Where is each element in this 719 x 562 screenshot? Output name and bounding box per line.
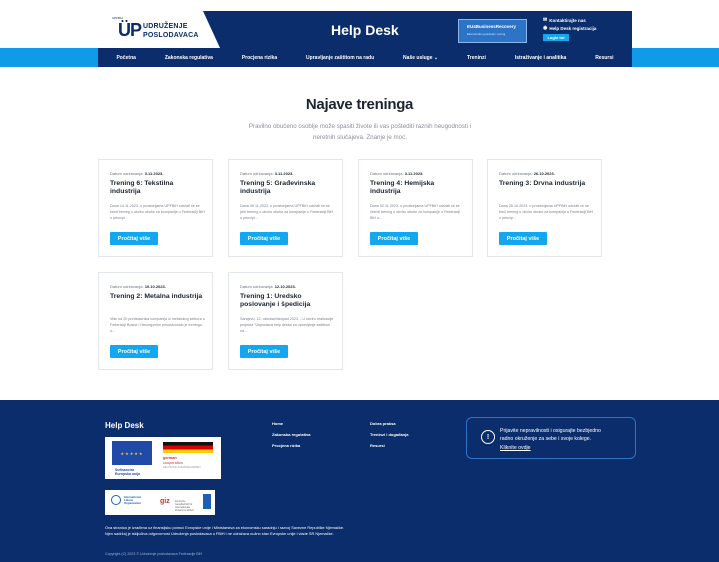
register-label: Help Desk registracija xyxy=(549,25,597,31)
footer-links-col-2: Dobra praksa Treninzi i događanja Resurs… xyxy=(370,421,408,454)
warning-icon: ! xyxy=(481,430,495,444)
training-card: Datum održavanja: 26.10.2023. Trening 3:… xyxy=(487,159,602,257)
partner-logos-2: International Labour Organization giz De… xyxy=(105,490,215,515)
training-card: Datum održavanja: 3.11.2023. Trening 5: … xyxy=(228,159,343,257)
report-line-1: Prijavite nepravilnosti i osigurajte bez… xyxy=(500,428,601,434)
training-card: Datum održavanja: 19.10.2023. Trening 2:… xyxy=(98,272,213,370)
page: UPFBiH ÜP UDRUŽENJE POSLODAVACA Help Des… xyxy=(0,0,719,562)
card-title: Trening 1: Uredsko poslovanje i špedicij… xyxy=(240,293,311,308)
card-title: Trening 5: Građevinska industrija xyxy=(240,180,316,195)
giz-logo: giz xyxy=(160,498,170,505)
card-date: Datum održavanja: 12.10.2023. xyxy=(240,284,296,289)
register-link[interactable]: ◉ Help Desk registracija xyxy=(543,25,596,31)
card-excerpt: Više od 20 predstavnika kompanija iz met… xyxy=(110,317,205,333)
banner-subtitle: Ekonomski oporavak i razvoj xyxy=(467,32,506,36)
page-title: Najave treninga xyxy=(305,96,414,113)
report-box: ! Prijavite nepravilnosti i osigurajte b… xyxy=(466,417,636,459)
eu-flag-logo: ★★★★★ xyxy=(112,441,152,465)
banner-title: EU4BusinessRecovery xyxy=(467,24,517,29)
logo[interactable]: UPFBiH ÜP UDRUŽENJE POSLODAVACA xyxy=(98,11,220,48)
eu-stars-icon: ★★★★★ xyxy=(120,450,144,456)
footer-link-home[interactable]: Home xyxy=(272,421,310,426)
undp-logo xyxy=(203,494,211,509)
card-excerpt: Dana 26.10.2023. u prostorijama UPFBiH o… xyxy=(499,204,594,220)
site-title: Help Desk xyxy=(331,22,399,38)
footer-link-dobra-praksa[interactable]: Dobra praksa xyxy=(370,421,408,426)
footer-link-zakonska[interactable]: Zakonska regulativa xyxy=(272,432,310,437)
german-line-3: DEUTSCHE ZUSAMMENARBEIT xyxy=(163,466,201,469)
read-more-button[interactable]: Pročitaj više xyxy=(370,232,418,245)
logo-line-1: UDRUŽENJE xyxy=(143,23,188,30)
copyright: Copyright (C) 2023 © Udruženje poslodava… xyxy=(105,552,203,556)
mail-icon: ✉ xyxy=(543,17,548,23)
footer-link-treninzi[interactable]: Treninzi i događanja xyxy=(370,432,408,437)
card-title: Trening 6: Tekstilna industrija xyxy=(110,180,174,195)
logo-mark: ÜP xyxy=(118,20,142,40)
read-more-button[interactable]: Pročitaj više xyxy=(499,232,547,245)
footer-disclaimer: Ova stranica je izrađena uz finansijsku … xyxy=(105,525,345,536)
login-button[interactable]: Login tut xyxy=(543,34,569,41)
report-line-2: radno okruženje za sebe i svoje kolege. xyxy=(500,436,592,442)
training-card: Datum održavanja: 3.11.2023. Trening 4: … xyxy=(358,159,473,257)
partner-logos-1: ★★★★★ Sufinancira Europska unija german … xyxy=(105,437,221,479)
card-title: Trening 4: Hemijska industrija xyxy=(370,180,435,195)
nav-item-istrazivanje[interactable]: Istraživanje i analitika xyxy=(515,55,566,61)
card-excerpt: Dana 02.11.2023. u prostorijama UPFBiH o… xyxy=(370,204,460,220)
contact-label: Kontaktirajte nas xyxy=(549,17,586,23)
card-excerpt: Sarajevo, 12. oktobar/listopad 2023. - U… xyxy=(240,317,334,333)
footer-title: Help Desk xyxy=(105,421,144,430)
card-date: Datum održavanja: 3.11.2023. xyxy=(240,171,294,176)
user-icon: ◉ xyxy=(543,25,548,31)
footer-links-col-1: Home Zakonska regulativa Procjena rizika xyxy=(272,421,310,454)
nav-item-pocetna[interactable]: Početna xyxy=(116,55,135,61)
ilo-text: International Labour Organization xyxy=(124,495,142,506)
card-excerpt: Dana 14.11.2023. u prostorijama UPFBiH o… xyxy=(110,204,205,220)
german-flag-logo xyxy=(163,442,213,453)
footer: Help Desk ★★★★★ Sufinancira Europska uni… xyxy=(0,400,719,562)
card-date: Datum održavanja: 26.10.2023. xyxy=(499,171,555,176)
card-date: Datum održavanja: 3.11.2023. xyxy=(110,171,164,176)
nav-item-nase-usluge[interactable]: Naše usluge ⌄ xyxy=(403,55,438,61)
giz-subtext: Deutsche Gesellschaft für Internationale… xyxy=(175,500,194,512)
nav-item-upravljanje[interactable]: Upravljanje zaštitom na radu xyxy=(306,55,374,61)
training-card: Datum održavanja: 12.10.2023. Trening 1:… xyxy=(228,272,343,370)
footer-link-resursi[interactable]: Resursi xyxy=(370,443,408,448)
nav-item-zakonska-regulativa[interactable]: Zakonska regulativa xyxy=(165,55,213,61)
eu-line-2: Europska unija xyxy=(115,472,141,476)
footer-link-procjena[interactable]: Procjena rizika xyxy=(272,443,310,448)
card-excerpt: Dana 09.11.2023. u prostorijama UPFBiH o… xyxy=(240,204,334,220)
read-more-button[interactable]: Pročitaj više xyxy=(110,345,158,358)
german-line-2: cooperation xyxy=(163,461,183,465)
training-card: Datum održavanja: 3.11.2023. Trening 6: … xyxy=(98,159,213,257)
page-subtitle: Pravilno obučeno osoblje može spasiti ži… xyxy=(248,123,472,141)
eu4business-banner[interactable]: EU4BusinessRecovery Ekonomski oporavak i… xyxy=(458,19,527,43)
report-link[interactable]: Kliknite ovdje xyxy=(500,445,531,451)
main-nav: Početna Zakonska regulativa Procjena riz… xyxy=(0,48,719,67)
nav-item-resursi[interactable]: Resursi xyxy=(595,55,613,61)
read-more-button[interactable]: Pročitaj više xyxy=(240,232,288,245)
nav-item-treninzi[interactable]: Treninzi xyxy=(467,55,486,61)
read-more-button[interactable]: Pročitaj više xyxy=(110,232,158,245)
german-line-1: german xyxy=(163,456,177,460)
read-more-button[interactable]: Pročitaj više xyxy=(240,345,288,358)
header: UPFBiH ÜP UDRUŽENJE POSLODAVACA Help Des… xyxy=(98,11,632,48)
logo-line-2: POSLODAVACA xyxy=(143,32,199,39)
nav-item-procjena-rizika[interactable]: Procjena rizika xyxy=(242,55,277,61)
contact-link[interactable]: ✉ Kontaktirajte nas xyxy=(543,17,586,23)
card-date: Datum održavanja: 3.11.2023. xyxy=(370,171,424,176)
card-title: Trening 3: Drvna industrija xyxy=(499,180,586,187)
card-date: Datum održavanja: 19.10.2023. xyxy=(110,284,166,289)
ilo-globe-icon xyxy=(111,495,121,505)
card-title: Trening 2: Metalna industrija xyxy=(110,293,203,300)
